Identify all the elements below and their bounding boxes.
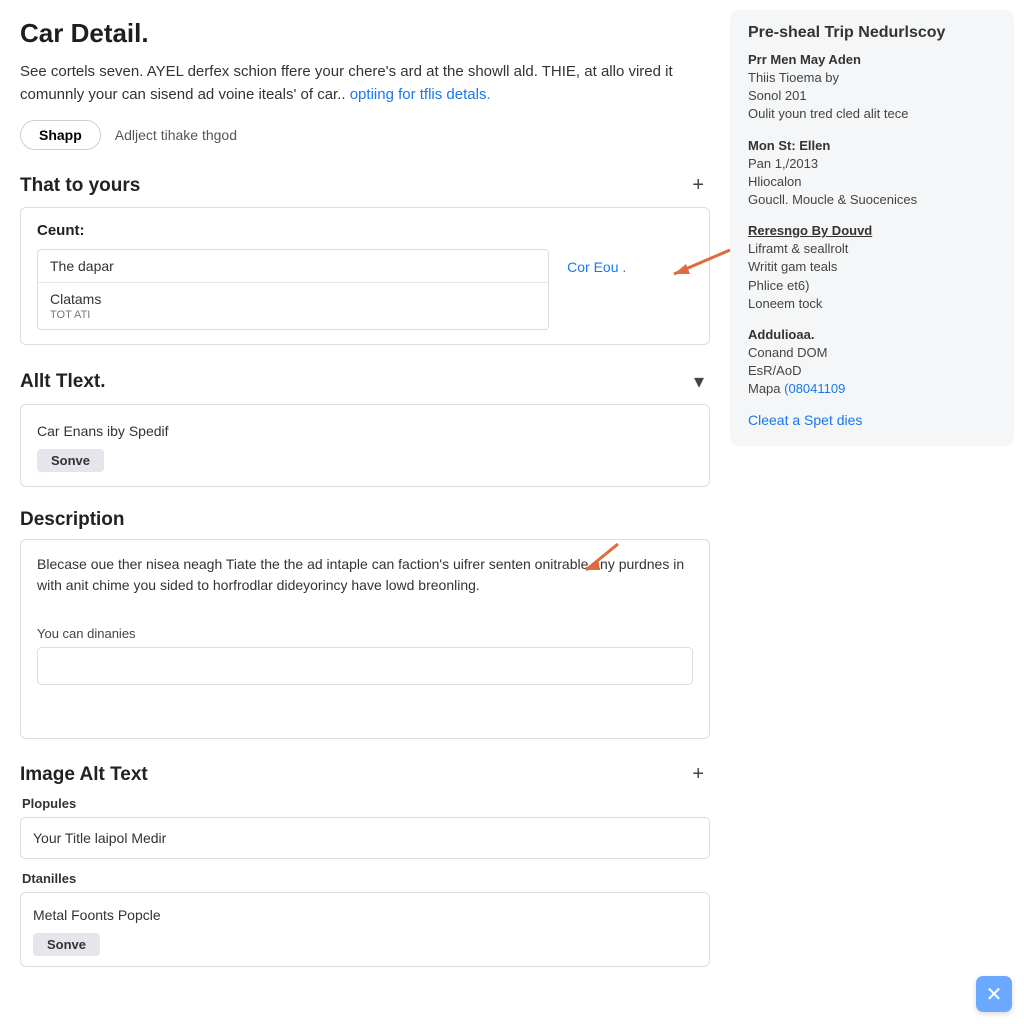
section-alt-title: Allt Tlext. [20, 371, 106, 393]
sb-b1-l3: Oulit youn tred cled alit tece [748, 105, 996, 123]
sb-b2-l3: Goucll. Moucle & Suocenices [748, 191, 996, 209]
sb-b3-l3: Phlice et6) [748, 277, 996, 295]
sidebar-cta-link[interactable]: Cleeat a Spet dies [748, 412, 996, 428]
sb-b3-l4: Loneem tock [748, 295, 996, 313]
sb-b1-head: Prr Men May Aden [748, 52, 996, 67]
intro-link[interactable]: optiing for tflis detals. [350, 86, 491, 103]
sb-b3-l1: Liframt & seallrolt [748, 240, 996, 258]
count-cards: The dapar Clatams TOT ATI [37, 249, 549, 330]
dtanilles-label: Dtanilles [22, 871, 710, 886]
sb-b4-l3-link[interactable]: (08041109 [784, 381, 845, 396]
alt-panel: Sonve [20, 404, 710, 487]
section-yours-title: That to yours [20, 175, 140, 197]
card-row-2-sub: TOT ATI [50, 309, 536, 321]
shapp-button[interactable]: Shapp [20, 120, 101, 150]
alt-save-button[interactable]: Sonve [37, 449, 104, 472]
card-row-2[interactable]: Clatams TOT ATI [38, 283, 548, 329]
sb-b4-l3: Mapa (08041109 [748, 380, 996, 398]
sb-b3-head-link[interactable]: Reresngo By Douvd [748, 223, 996, 238]
cor-eou-link[interactable]: Cor Eou . [567, 259, 626, 275]
section-yours-expand-icon[interactable]: + [686, 172, 710, 199]
section-alt-collapse-icon[interactable]: ▾ [688, 367, 710, 396]
sb-b3-l2: Writit gam teals [748, 258, 996, 276]
desc-sublabel: You can dinanies [37, 626, 693, 641]
page-title: Car Detail. [20, 18, 710, 49]
sb-b4-l2: EsR/AoD [748, 362, 996, 380]
plopules-label: Plopules [22, 796, 710, 811]
yours-panel: Ceunt: The dapar Clatams TOT ATI Cor Eou… [20, 207, 710, 345]
sb-b2-l2: Hliocalon [748, 173, 996, 191]
dtanilles-save-button[interactable]: Sonve [33, 933, 100, 956]
sb-b4-head: Addulioaa. [748, 327, 996, 342]
sidebar: Pre-sheal Trip Nedurlscoy Prr Men May Ad… [730, 10, 1014, 446]
section-desc-title: Description [20, 509, 125, 531]
section-imgalt-title: Image Alt Text [20, 764, 148, 786]
sb-b4-l3-pre: Mapa [748, 381, 784, 396]
intro-text: See cortels seven. AYEL derfex schion ff… [20, 63, 673, 103]
desc-input[interactable] [37, 647, 693, 685]
sidebar-title: Pre-sheal Trip Nedurlscoy [748, 24, 996, 42]
desc-panel: Blecase oue ther nisea neagh Tiate the t… [20, 539, 710, 739]
page-intro: See cortels seven. AYEL derfex schion ff… [20, 61, 710, 106]
count-label: Ceunt: [37, 222, 693, 239]
sb-b2-l1: Pan 1,/2013 [748, 155, 996, 173]
sb-b1-l1: Thiis Tioema by [748, 69, 996, 87]
desc-body: Blecase oue ther nisea neagh Tiate the t… [37, 554, 693, 596]
section-imgalt-expand-icon[interactable]: + [686, 761, 710, 788]
card-row-1[interactable]: The dapar [38, 250, 548, 283]
close-icon: ✕ [986, 982, 1003, 1007]
toolbar-ghost-text: Adlject tihake thgod [115, 127, 237, 143]
close-button[interactable]: ✕ [976, 976, 1012, 1012]
sb-b4-l1: Conand DOM [748, 344, 996, 362]
plopules-input[interactable] [20, 817, 710, 859]
sb-b2-head: Mon St: Ellen [748, 138, 996, 153]
card-row-2-title: Clatams [50, 291, 536, 307]
sb-b1-l2: Sonol 201 [748, 87, 996, 105]
dtanilles-input[interactable] [33, 903, 697, 927]
alt-text-input[interactable] [37, 419, 693, 443]
